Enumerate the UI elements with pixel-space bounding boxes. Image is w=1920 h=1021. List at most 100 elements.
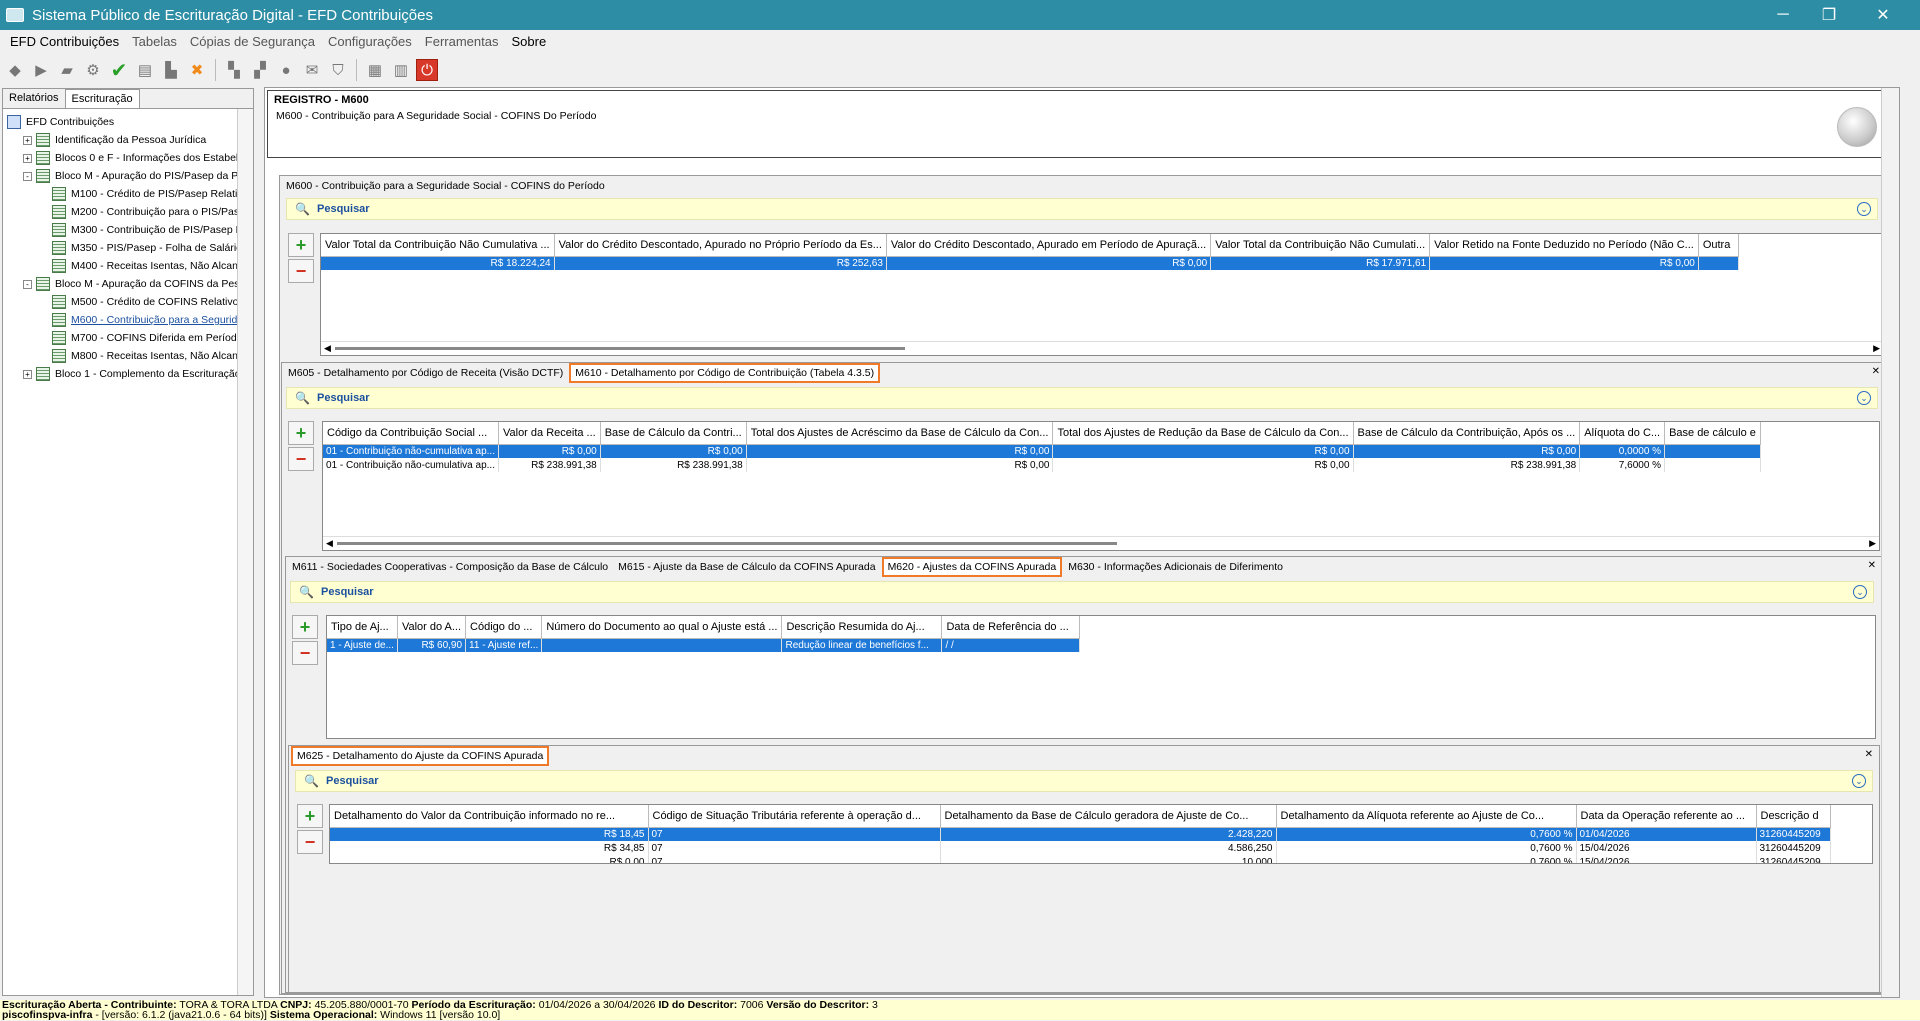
column-header[interactable]: Valor Total da Contribuição Não Cumulati… [321,234,555,257]
table-cell[interactable]: R$ 0,00 [1052,444,1354,458]
tree-node[interactable]: M800 - Receitas Isentas, Não Alcan [3,347,253,365]
table-cell[interactable]: 7,6000 % [1579,458,1666,472]
column-header[interactable]: Detalhamento do Valor da Contribuição in… [330,805,649,828]
close-icon[interactable]: ✕ [1865,749,1873,760]
tree-node[interactable]: M300 - Contribuição de PIS/Pasep D [3,221,253,239]
main-scrollbar[interactable] [1881,88,1899,997]
table-cell[interactable]: 07 [648,855,941,863]
column-header[interactable]: Valor do A... [397,616,467,639]
table-cell[interactable]: R$ 238.991,38 [498,458,601,472]
table-cell[interactable]: 31260445209 [1756,855,1831,863]
column-header[interactable]: Valor Total da Contribuição Não Cumulati… [1210,234,1431,257]
table-cell[interactable]: R$ 0,00 [746,444,1054,458]
menu-configuracoes[interactable]: Configurações [328,34,412,49]
column-header[interactable]: Detalhamento da Alíquota referente ao Aj… [1276,805,1577,828]
table-cell[interactable]: R$ 238.991,38 [1353,458,1581,472]
add-button[interactable]: + [292,615,318,639]
mail-icon[interactable]: ✉ [301,59,323,81]
tree-node[interactable]: M400 - Receitas Isentas, Não Alcan [3,257,253,275]
column-header[interactable]: Descrição d [1756,805,1831,828]
m600-grid[interactable]: Valor Total da Contribuição Não Cumulati… [320,233,1884,356]
validate-icon[interactable]: ✔ [108,59,130,82]
close-icon[interactable]: ✕ [1872,366,1880,377]
table-cell[interactable] [541,638,783,652]
table-cell[interactable]: R$ 0,00 [1429,256,1699,270]
menu-ferramentas[interactable]: Ferramentas [425,34,499,49]
collapse-icon[interactable]: ⌄ [1857,202,1871,216]
tree-node[interactable]: + Identificação da Pessoa Jurídica [3,131,253,149]
tree-node[interactable]: M600 - Contribuição para a Segurida [3,311,253,329]
table-cell[interactable]: 07 [648,827,941,841]
collapse-icon[interactable]: - [23,279,32,289]
tree-node[interactable]: M700 - COFINS Diferida em Períodos [3,329,253,347]
column-header[interactable]: Valor Retido na Fonte Deduzido no Períod… [1429,234,1699,257]
power-icon[interactable]: ⏻ [416,59,438,81]
table-cell[interactable]: 01/04/2026 [1576,827,1757,841]
new-icon[interactable]: ◆ [4,59,26,81]
table-cell[interactable]: 11 - Ajuste ref... [465,638,543,652]
transmit-icon[interactable]: ▞ [249,59,271,81]
column-header[interactable]: Código do ... [465,616,543,639]
table-cell[interactable]: R$ 18,45 [330,827,649,841]
column-header[interactable]: Total dos Ajustes de Acréscimo da Base d… [746,422,1054,445]
collapse-icon[interactable]: ⌄ [1857,391,1871,405]
column-header[interactable]: Base de Cálculo da Contribuição, Após os… [1353,422,1581,445]
search-bar-m600[interactable]: 🔍 Pesquisar ⌄ [286,198,1878,220]
column-header[interactable]: Valor da Receita ... [498,422,601,445]
table-cell[interactable]: 10.000 [940,855,1277,863]
globe-icon[interactable]: ● [275,59,297,81]
table-cell[interactable]: 4.586,250 [940,841,1277,855]
column-header[interactable]: Base de cálculo e [1664,422,1761,445]
menu-copias[interactable]: Cópias de Segurança [190,34,315,49]
copy-icon[interactable]: ▤ [134,59,156,81]
collapse-icon[interactable]: ⌄ [1852,774,1866,788]
column-header[interactable]: Número do Documento ao qual o Ajuste est… [541,616,783,639]
menu-efd[interactable]: EFD Contribuições [10,34,119,49]
table-cell[interactable]: R$ 0,00 [600,444,747,458]
scroll-left-icon[interactable]: ◀ [324,343,331,354]
table-cell[interactable]: 2.428,220 [940,827,1277,841]
tab-m625[interactable]: M625 - Detalhamento do Ajuste da COFINS … [291,746,550,766]
table-cell[interactable] [1664,458,1761,472]
tab-m605[interactable]: M605 - Detalhamento por Código de Receit… [284,365,567,381]
table-cell[interactable]: R$ 0,00 [498,444,601,458]
tree-scrollbar[interactable] [237,109,253,995]
table-cell[interactable]: Redução linear de benefícios f... [781,638,943,652]
tree-node[interactable]: + Bloco 1 - Complemento da Escrituração [3,365,253,383]
m610-grid[interactable]: Código da Contribuição Social ... Valor d… [322,421,1880,551]
column-header[interactable]: Total dos Ajustes de Redução da Base de … [1052,422,1354,445]
minimize-button[interactable]: ─ [1760,0,1806,30]
table-cell[interactable]: R$ 60,90 [397,638,467,652]
add-button[interactable]: + [297,804,323,828]
expand-icon[interactable]: + [23,369,32,379]
expand-icon[interactable]: + [23,153,32,163]
close-button[interactable]: ✕ [1860,0,1906,30]
h-scroll-thumb[interactable] [335,347,905,350]
column-header[interactable]: Descrição Resumida do Aj... [781,616,943,639]
save-icon[interactable]: ▥ [390,59,412,81]
edit-icon[interactable]: ▙ [160,59,182,81]
table-cell[interactable] [1698,256,1739,270]
remove-button[interactable]: − [292,641,318,665]
table-cell[interactable]: R$ 238.991,38 [600,458,747,472]
column-header[interactable]: Base de Cálculo da Contri... [600,422,747,445]
tab-m611[interactable]: M611 - Sociedades Cooperativas - Composi… [288,559,612,575]
tree-node[interactable]: M200 - Contribuição para o PIS/Pase [3,203,253,221]
table-cell[interactable]: 0,7600 % [1276,827,1577,841]
table-cell[interactable]: 1 - Ajuste de... [327,638,398,652]
m620-grid[interactable]: Tipo de Aj... Valor do A... Código do ... N… [326,615,1876,739]
column-header[interactable]: Tipo de Aj... [327,616,398,639]
table-cell[interactable]: R$ 0,00 [1052,458,1354,472]
table-cell[interactable]: 01 - Contribuição não-cumulativa ap... [323,458,499,472]
column-header[interactable]: Código da Contribuição Social ... [323,422,499,445]
tree-node[interactable]: - Bloco M - Apuração do PIS/Pasep da Pe [3,167,253,185]
tree-node[interactable]: EFD Contribuições [3,113,253,131]
search-bar-m620[interactable]: 🔍 Pesquisar ⌄ [290,581,1874,603]
sign-icon[interactable]: ▚ [223,59,245,81]
table-cell[interactable]: R$ 252,63 [554,256,887,270]
table-cell[interactable]: R$ 0,00 [746,458,1054,472]
m625-grid[interactable]: Detalhamento do Valor da Contribuição in… [329,804,1873,864]
table-row[interactable]: R$ 18.224,24 R$ 252,63 R$ 0,00 R$ 17.971,61… [321,256,1739,270]
scroll-right-icon[interactable]: ▶ [1869,538,1876,549]
add-button[interactable]: + [288,233,314,257]
